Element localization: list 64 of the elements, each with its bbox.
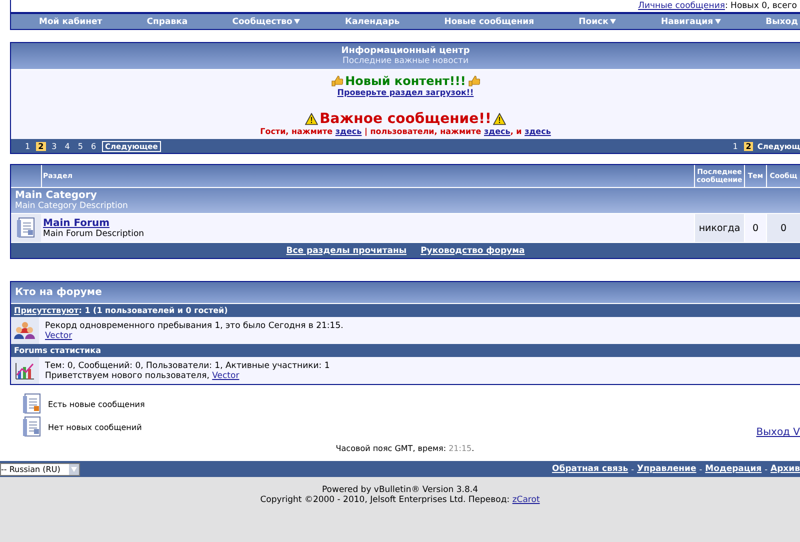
language-select[interactable]: -- Russian (RU) bbox=[0, 462, 80, 476]
page-link[interactable]: 2 bbox=[744, 142, 754, 150]
page-link[interactable]: 3 bbox=[50, 142, 59, 150]
private-messages-text: Личные сообщения: Новых 0, всего bbox=[638, 0, 797, 12]
forum-title-link[interactable]: Main Forum bbox=[43, 218, 692, 228]
here-link[interactable]: здесь bbox=[484, 127, 510, 136]
record-text: Рекорд одновременного пребывания 1, это было Сегодня в 21:15. bbox=[45, 320, 344, 330]
warning-icon bbox=[304, 113, 318, 125]
thumbs-up-icon bbox=[331, 75, 344, 87]
welcome-text: Приветствуем нового пользователя, Vector bbox=[45, 370, 240, 380]
stats-text: Тем: 0, Сообщений: 0, Пользователи: 1, Активные участники: 1 bbox=[45, 360, 330, 370]
powered-by-text: Powered by vBulletin® Version 3.8.4 bbox=[322, 485, 478, 495]
private-messages-link[interactable]: Личные сообщения bbox=[638, 0, 725, 10]
logout-link[interactable]: Выход V bbox=[756, 427, 800, 438]
document-icon bbox=[16, 217, 36, 239]
downloads-link[interactable]: Проверьте раздел загрузок!! bbox=[337, 88, 474, 97]
page-link[interactable]: 2 bbox=[36, 142, 46, 150]
footer-link[interactable]: Управление bbox=[637, 464, 696, 474]
caret-icon bbox=[71, 466, 77, 472]
separator-dash: - bbox=[764, 464, 768, 474]
footer-link[interactable]: Архив bbox=[770, 464, 800, 474]
user-link[interactable]: Vector bbox=[45, 330, 72, 340]
translator-link[interactable]: zCarot bbox=[512, 495, 540, 505]
announcement-headline: Новый контент!!! bbox=[345, 74, 466, 88]
caret-icon bbox=[610, 19, 616, 24]
document-icon bbox=[22, 416, 42, 438]
document-icon bbox=[22, 393, 42, 415]
copyright-text: Copyright ©2000 - 2010, Jelsoft Enterprises Ltd. Перевод: zCarot bbox=[260, 495, 540, 505]
footer-link[interactable]: Руководство форума bbox=[420, 246, 525, 256]
page-link[interactable]: 5 bbox=[76, 142, 85, 150]
page-link[interactable]: 1 bbox=[730, 142, 740, 150]
footer-link[interactable]: Обратная связь bbox=[552, 464, 628, 474]
page-link[interactable]: 6 bbox=[88, 142, 98, 150]
table-cell: 0 bbox=[744, 213, 766, 242]
category-title: Main Category bbox=[15, 190, 98, 201]
here-link[interactable]: здесь bbox=[335, 127, 362, 136]
separator-dash: - bbox=[699, 464, 702, 474]
category-description: Main Category Description bbox=[15, 201, 129, 211]
panel-title: Информационный центр bbox=[341, 46, 470, 56]
user-link[interactable]: Vector bbox=[212, 370, 240, 380]
thumbs-up-icon bbox=[468, 75, 480, 87]
timezone-text: Часовой пояс GMT, время: 21:15. bbox=[336, 444, 474, 453]
caret-icon bbox=[715, 19, 722, 24]
caret-icon bbox=[294, 19, 300, 24]
table-cell: никогда bbox=[694, 213, 744, 242]
warning-icon bbox=[493, 113, 506, 125]
table-cell: 0 bbox=[766, 213, 800, 242]
column-header bbox=[11, 165, 41, 187]
alert-message: Гости, нажмите здесь | пользователи, нажмите здесь, и здесь bbox=[260, 127, 551, 136]
legend-label: Есть новые сообщения bbox=[48, 400, 145, 408]
separator-dash: - bbox=[631, 464, 634, 474]
page-link[interactable]: 1 bbox=[23, 142, 32, 150]
alert-headline: Важное сообщение!! bbox=[320, 111, 492, 127]
footer-link[interactable]: Все разделы прочитаны bbox=[286, 246, 407, 256]
present-link[interactable]: Присутствуют bbox=[14, 306, 79, 315]
legend-label: Нет новых сообщений bbox=[48, 422, 142, 432]
online-count-text: Присутствуют: 1 (1 пользователей и 0 гостей) bbox=[14, 306, 228, 315]
panel-subtitle: Последние важные новости bbox=[342, 56, 468, 66]
footer-link[interactable]: Модерация bbox=[705, 464, 762, 474]
panel-title: Кто на форуме bbox=[15, 287, 102, 298]
page-link[interactable]: 4 bbox=[62, 142, 72, 150]
here-link[interactable]: здесь bbox=[524, 127, 551, 136]
section-title: Forums статистика bbox=[14, 346, 101, 355]
forum-description: Main Forum Description bbox=[43, 228, 146, 238]
